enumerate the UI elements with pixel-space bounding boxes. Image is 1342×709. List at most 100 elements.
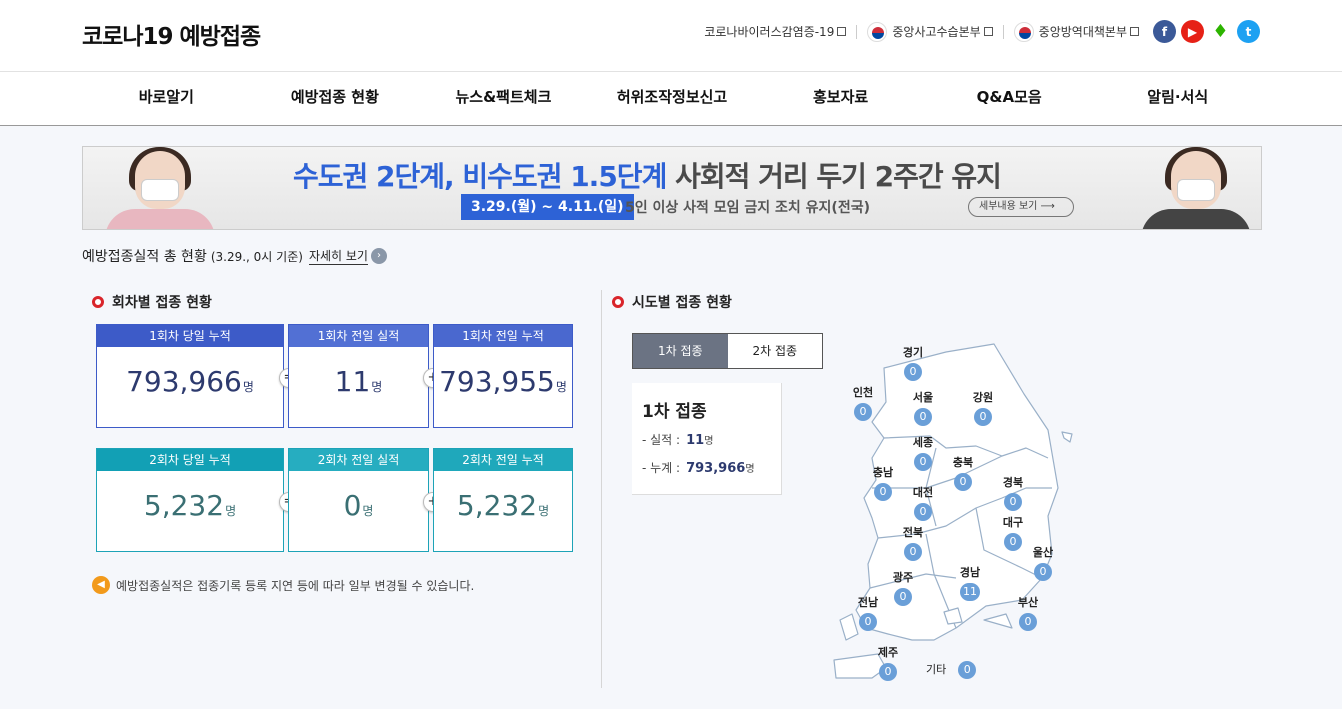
box-value: 5,232 xyxy=(143,489,225,522)
arrow-right-icon[interactable]: › xyxy=(370,248,387,264)
summary-title: 예방접종실적 총 현황 xyxy=(82,249,207,265)
youtube-icon[interactable]: ▶ xyxy=(1181,20,1204,43)
promo-banner[interactable]: 수도권 2단계, 비수도권 1.5단계 사회적 거리 두기 2주간 유지 3.2… xyxy=(82,146,1262,230)
dose-info-panel: 1차 접종 - 실적 :11명 - 누계 :793,966명 xyxy=(632,383,782,495)
info-performance-value: 11 xyxy=(686,433,705,448)
region-gyeongbuk[interactable]: 경북 0 xyxy=(983,476,1043,511)
divider xyxy=(856,24,858,39)
region-gyeongnam[interactable]: 경남 11 xyxy=(940,566,1000,601)
header: 코로나19 예방접종 코로나바이러스감염증-19 중앙사고수습본부 중앙방역대책… xyxy=(0,0,1342,72)
info-cumulative-value: 793,966 xyxy=(686,461,746,476)
util-link-cdsch[interactable]: 중앙방역대책본부 xyxy=(1013,21,1139,42)
region-jeonbuk[interactable]: 전북 0 xyxy=(883,526,943,561)
new-window-icon xyxy=(983,27,993,36)
nav-item-news[interactable]: 뉴스&팩트체크 xyxy=(419,72,588,126)
summary-heading: 예방접종실적 총 현황 (3.29., 0시 기준) 자세히 보기 › xyxy=(82,246,387,266)
info-performance: - 실적 :11명 xyxy=(642,433,714,448)
site-logo[interactable]: 코로나19 예방접종 xyxy=(82,17,261,51)
box-unit: 명 xyxy=(371,380,383,394)
new-window-icon xyxy=(837,27,847,36)
region-daejeon[interactable]: 대전 0 xyxy=(893,486,953,521)
banner-date: 3.29.(월) ~ 4.11.(일) xyxy=(461,194,634,220)
box-value-wrap: 11명 xyxy=(289,365,428,398)
dose1-prevcum-box: 1회차 전일 누적 793,955명 xyxy=(433,324,573,428)
dose1-prevday-box: 1회차 전일 실적 11명 xyxy=(288,324,429,428)
speaker-icon: ◀ xyxy=(92,576,110,594)
box-value: 793,966 xyxy=(126,365,242,398)
box-unit: 명 xyxy=(538,504,550,518)
section-divider xyxy=(601,290,602,688)
woman-illustration xyxy=(95,147,225,229)
box-label: 2회차 당일 누적 xyxy=(97,449,283,471)
box-value-wrap: 793,955명 xyxy=(434,365,572,398)
box-unit: 명 xyxy=(362,504,374,518)
summary-base-time: (3.29., 0시 기준) xyxy=(210,249,303,264)
nav-item-qa[interactable]: Q&A모음 xyxy=(925,72,1094,126)
korea-emblem-icon xyxy=(867,21,888,42)
banner-more-button[interactable]: 세부내용 보기 ⟶ xyxy=(968,197,1074,217)
region-jeonnam[interactable]: 전남 0 xyxy=(838,596,898,631)
box-label: 2회차 전일 누적 xyxy=(434,449,572,471)
region-gangwon[interactable]: 강원 0 xyxy=(953,391,1013,426)
detail-link[interactable]: 자세히 보기 xyxy=(308,247,368,265)
region-gyeonggi[interactable]: 경기 0 xyxy=(883,346,943,381)
util-link-covid19[interactable]: 코로나바이러스감염증-19 xyxy=(704,23,847,40)
box-value: 793,955 xyxy=(439,365,555,398)
banner-title: 수도권 2단계, 비수도권 1.5단계 사회적 거리 두기 2주간 유지 xyxy=(293,160,1002,193)
box-unit: 명 xyxy=(555,380,567,394)
dose2-total-box: 2회차 당일 누적 5,232명 xyxy=(96,448,284,552)
dose1-total-box: 1회차 당일 누적 793,966명 xyxy=(96,324,284,428)
banner-subtitle: 5인 이상 사적 모임 금지 조치 유지(전국) xyxy=(625,200,870,216)
facebook-icon[interactable]: f xyxy=(1153,20,1176,43)
tab-dose2[interactable]: 2차 접종 xyxy=(727,334,822,368)
korea-map: 경기 0 인천 0 서울 0 강원 0 세종 0 충북 0 충남 0 대전 0 경북 0 대구 0 … xyxy=(826,338,1076,692)
region-busan[interactable]: 부산 0 xyxy=(998,596,1058,631)
box-value-wrap: 5,232명 xyxy=(97,489,283,522)
region-ulsan[interactable]: 울산 0 xyxy=(1013,546,1073,581)
util-link-label: 코로나바이러스감염증-19 xyxy=(704,25,835,39)
box-label: 1회차 전일 실적 xyxy=(289,325,428,347)
box-label: 1회차 전일 누적 xyxy=(434,325,572,347)
notice-text: 예방접종실적은 접종기록 등록 지연 등에 따라 일부 변경될 수 있습니다. xyxy=(116,578,475,593)
box-unit: 명 xyxy=(242,380,254,394)
nav-item-status[interactable]: 예방접종 현황 xyxy=(251,72,420,126)
box-unit: 명 xyxy=(225,504,237,518)
dose-section-title: 회차별 접종 현황 xyxy=(92,292,212,312)
bullet-icon xyxy=(92,296,104,308)
box-value-wrap: 793,966명 xyxy=(97,365,283,398)
divider xyxy=(1002,24,1004,39)
region-incheon[interactable]: 인천 0 xyxy=(833,386,893,421)
dose2-prevday-box: 2회차 전일 실적 0명 xyxy=(288,448,429,552)
box-value: 5,232 xyxy=(456,489,538,522)
tab-dose1[interactable]: 1차 접종 xyxy=(633,334,728,368)
box-value-wrap: 5,232명 xyxy=(434,489,572,522)
util-link-cdscc[interactable]: 중앙사고수습본부 xyxy=(867,21,993,42)
region-other[interactable]: 기타 0 xyxy=(926,661,977,679)
man-illustration xyxy=(1131,147,1261,229)
info-cumulative: - 누계 :793,966명 xyxy=(642,461,755,476)
nav-item-report[interactable]: 허위조작정보신고 xyxy=(588,72,757,126)
box-label: 1회차 당일 누적 xyxy=(97,325,283,347)
utility-links: 코로나바이러스감염증-19 중앙사고수습본부 중앙방역대책본부 f ▶ ♦ t xyxy=(694,20,1260,43)
twitter-icon[interactable]: t xyxy=(1237,20,1260,43)
region-section-title: 시도별 접종 현황 xyxy=(612,292,732,312)
notice: ◀ 예방접종실적은 접종기록 등록 지연 등에 따라 일부 변경될 수 있습니다… xyxy=(92,576,474,594)
korea-emblem-icon xyxy=(1013,21,1034,42)
nav-item-about[interactable]: 바로알기 xyxy=(82,72,251,126)
dose-tabs: 1차 접종 2차 접종 xyxy=(632,333,823,369)
util-link-label: 중앙사고수습본부 xyxy=(892,25,981,39)
box-value: 0 xyxy=(343,489,362,522)
nav-item-notice[interactable]: 알림·서식 xyxy=(1093,72,1262,126)
bullet-icon xyxy=(612,296,624,308)
info-title: 1차 접종 xyxy=(642,402,707,422)
util-link-label: 중앙방역대책본부 xyxy=(1038,25,1127,39)
region-jeju[interactable]: 제주 0 xyxy=(858,646,918,681)
box-value: 11 xyxy=(334,365,371,398)
box-value-wrap: 0명 xyxy=(289,489,428,522)
region-seoul[interactable]: 서울 0 xyxy=(893,391,953,426)
nav-item-promo[interactable]: 홍보자료 xyxy=(756,72,925,126)
blog-icon[interactable]: ♦ xyxy=(1209,20,1232,43)
main-nav: 바로알기 예방접종 현황 뉴스&팩트체크 허위조작정보신고 홍보자료 Q&A모음… xyxy=(0,72,1342,126)
new-window-icon xyxy=(1130,27,1139,36)
dose2-prevcum-box: 2회차 전일 누적 5,232명 xyxy=(433,448,573,552)
